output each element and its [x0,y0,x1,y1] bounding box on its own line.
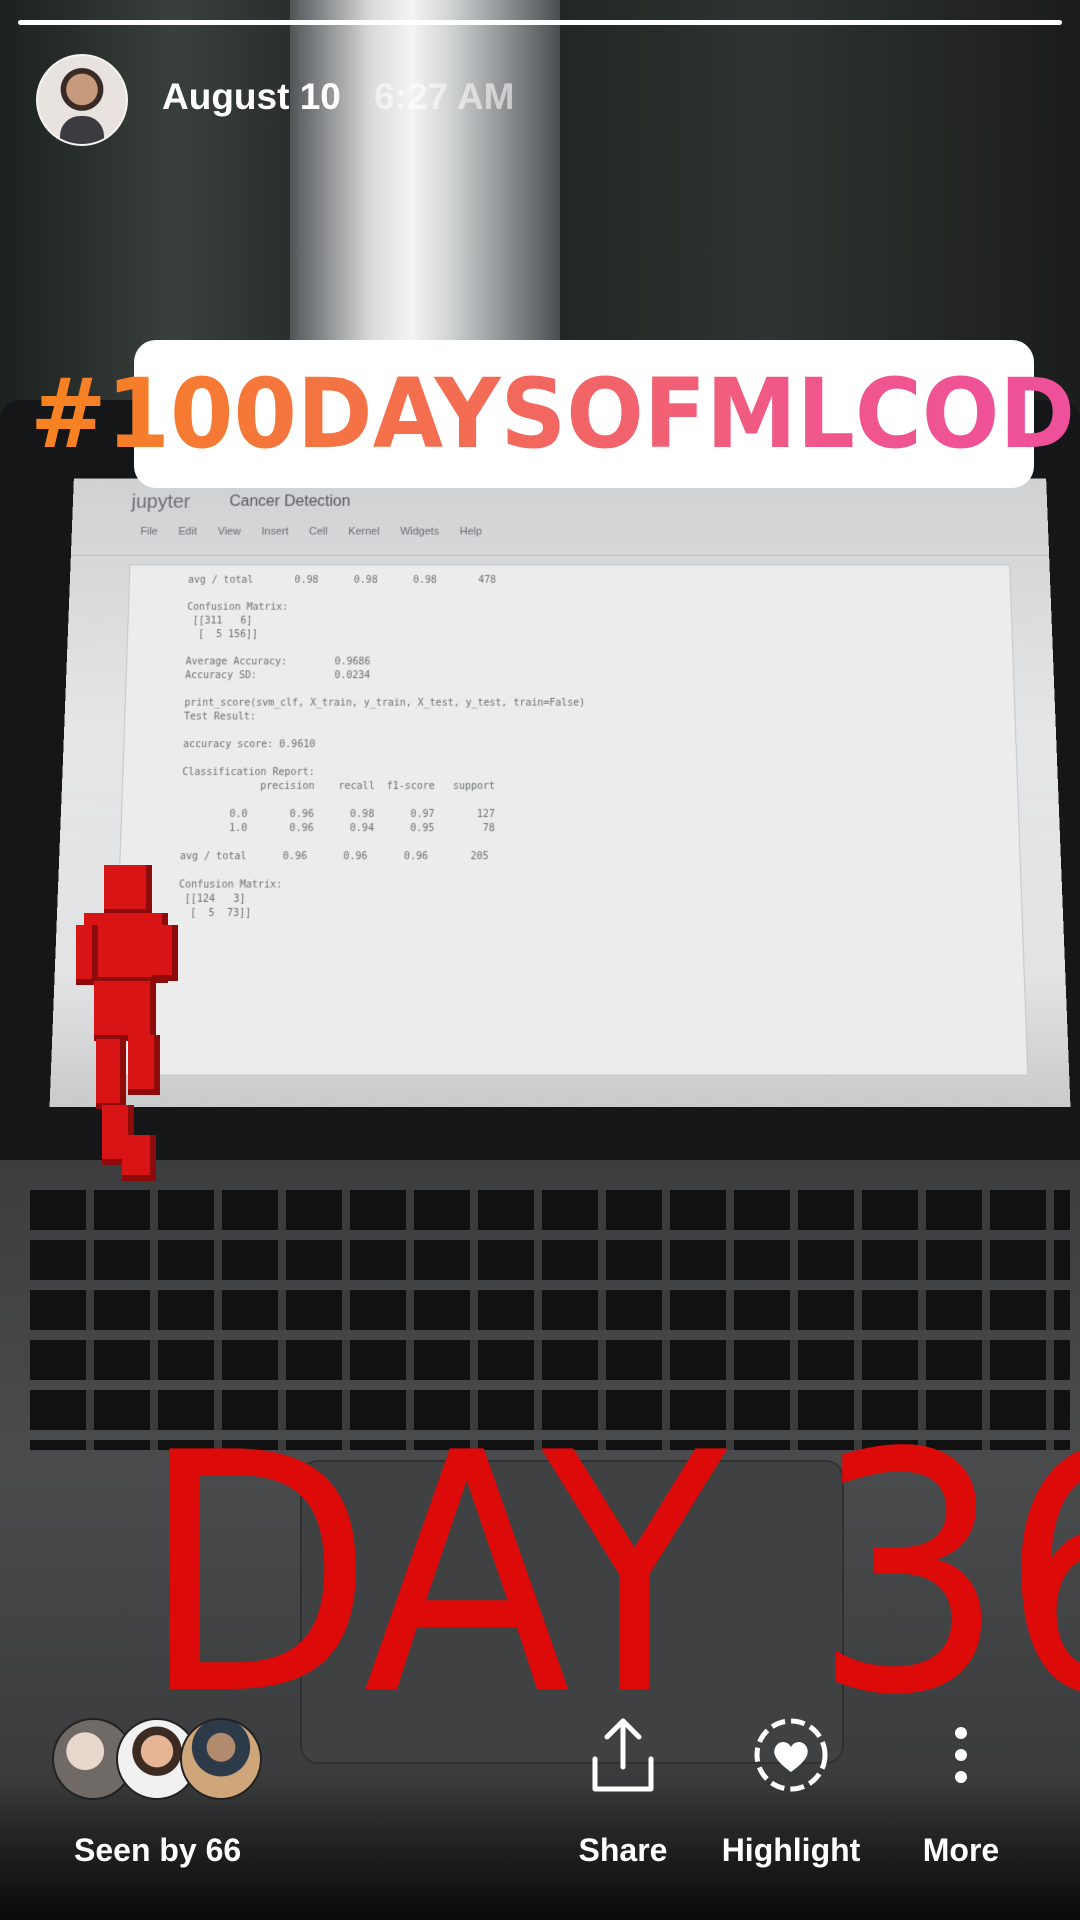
notebook-menu: File Edit View Insert Cell Kernel Widget… [140,525,482,538]
day-text: DAY 36 [140,1383,1080,1767]
story-progress-fill [18,20,1062,25]
more-label: More [922,1832,1000,1868]
hashtag-text: #100DAYSOFMLCODE [30,358,1080,470]
code-line: Average Accuracy: 0.9686 [185,656,371,668]
viewer-avatars[interactable] [52,1718,272,1800]
code-line: avg / total 0.98 0.98 0.98 478 [187,575,497,586]
code-line: Classification Report: [182,767,315,779]
share-button[interactable]: Share [538,1700,708,1869]
code-line: Test Result: [183,711,256,723]
code-line: Confusion Matrix: [178,879,283,891]
code-line: Accuracy SD: 0.0234 [185,670,371,682]
laptop-screen: jupyter Cancer Detection File Edit View … [49,478,1071,1108]
story-date: August 10 [162,76,341,117]
code-line: [ 5 73]] [178,907,252,920]
share-label: Share [578,1832,668,1868]
story-time: 6:27 AM [374,76,515,117]
notebook-code: avg / total 0.98 0.98 0.98 478 Confusion… [178,574,586,921]
highlight-label: Highlight [721,1832,861,1868]
notebook-name: Cancer Detection [229,493,351,510]
heart-circle-icon [754,1718,828,1792]
story-view[interactable]: jupyter Cancer Detection File Edit View … [0,0,1080,1920]
code-line: [[311 6] [186,615,253,627]
code-line: 0.0 0.96 0.98 0.97 127 [180,808,495,821]
robot-sticker [76,865,178,1185]
share-upload-icon [592,1718,654,1792]
viewer-avatar [180,1718,262,1800]
code-line: [[124 3] [178,893,246,905]
notebook-header: jupyter Cancer Detection File Edit View … [70,478,1050,556]
code-line: precision recall f1-score support [181,781,496,792]
code-line: Confusion Matrix: [187,602,289,613]
avatar[interactable] [36,54,128,146]
vertical-dots-icon [955,1727,967,1783]
more-button[interactable]: More [876,1700,1046,1869]
code-line: print_score(svm_clf, X_train, y_train, X… [184,697,586,709]
highlight-button[interactable]: Highlight [706,1700,876,1869]
code-line: [ 5 156]] [186,629,258,641]
story-progress-bar [18,20,1062,25]
notebook-logo: jupyter [131,491,191,513]
hashtag-sticker[interactable]: #100DAYSOFMLCODE [30,340,1080,488]
code-line: accuracy score: 0.9610 [183,739,316,751]
code-line: avg / total 0.96 0.96 0.96 205 [179,851,489,863]
code-line: 1.0 0.96 0.94 0.95 78 [180,823,495,835]
seen-by-count[interactable]: Seen by 66 [74,1832,241,1869]
